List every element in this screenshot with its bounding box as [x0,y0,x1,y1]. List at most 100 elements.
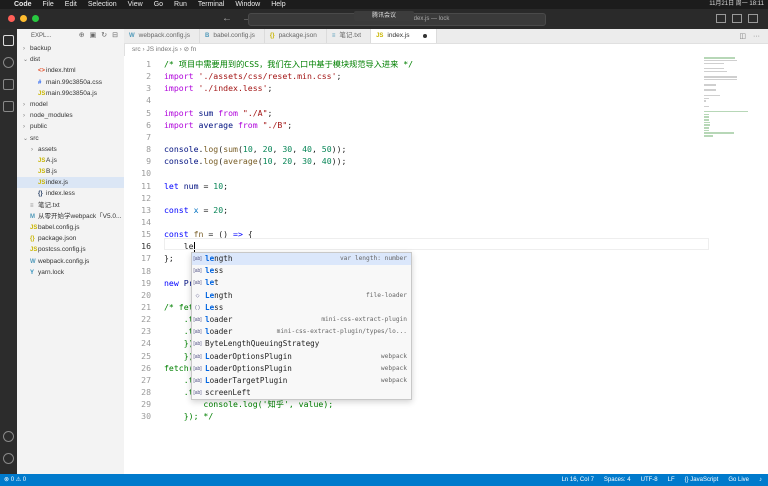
indentation[interactable]: Spaces: 4 [604,474,631,486]
more-actions-icon[interactable]: ··· [753,33,760,40]
menu-item-terminal[interactable]: Terminal [198,0,224,9]
suggestion-item[interactable]: [ab] less [192,265,411,277]
file-item[interactable]: Wwebpack.config.js [17,256,124,267]
tab-index-js[interactable]: JS index.js [371,29,438,43]
line-number: 26 [141,362,151,373]
file-item[interactable]: # main.99c3850a.css [17,77,124,88]
code-text: let num = 10; [164,180,228,192]
go-live-button[interactable]: Go Live [728,474,749,486]
search-icon[interactable] [3,57,14,68]
file-item[interactable]: JSA.js [17,155,124,166]
folder-item[interactable]: › model [17,99,124,110]
menubar-clock[interactable]: 11月21日 周一 18:11 [709,0,764,9]
customize-layout-icon[interactable] [748,14,758,23]
tab-file-icon: {} [269,33,275,39]
code-token: 20 [213,204,224,215]
refresh-icon[interactable]: ↻ [101,29,107,43]
menu-item-selection[interactable]: Selection [88,0,117,9]
language-mode[interactable]: {} JavaScript [685,474,719,486]
end-of-line[interactable]: LF [668,474,675,486]
code-token: , [292,156,303,167]
tab-file-icon: JS [376,33,384,39]
menu-item-window[interactable]: Window [235,0,260,9]
suggestion-item[interactable]: ( ) Less [192,302,411,314]
suggestion-item[interactable]: [ab] screenLeft [192,387,411,399]
code-token: ; [267,107,273,118]
toggle-sidebar-icon[interactable] [716,14,726,23]
folder-item[interactable]: › assets [17,144,124,155]
file-item[interactable]: JSB.js [17,166,124,177]
close-window-button[interactable] [8,15,15,22]
settings-gear-icon[interactable] [3,453,14,464]
extensions-icon[interactable] [3,101,14,112]
suggestion-item[interactable]: [ab] loader mini-css-extract-plugin [192,314,411,326]
menu-item-help[interactable]: Help [271,0,285,9]
file-item[interactable]: Yyarn.lock [17,267,124,278]
menu-item-run[interactable]: Run [174,0,187,9]
new-folder-icon[interactable]: ▣ [90,29,97,43]
suggestion-item[interactable]: [ab] LoaderOptionsPlugin webpack [192,363,411,375]
code-text: console.log('知乎', value); [164,398,333,410]
notifications-bell-icon[interactable]: ♪ [759,474,762,486]
menu-item-code[interactable]: Code [14,0,32,9]
tab-package-json[interactable]: {} package.json [265,29,327,43]
zoom-window-button[interactable] [32,15,39,22]
file-item[interactable]: JSpostcss.config.js [17,244,124,255]
suggestion-match: le [205,266,215,276]
account-icon[interactable] [3,431,14,442]
file-item[interactable]: {} package.json [17,233,124,244]
menu-item-go[interactable]: Go [154,0,163,9]
line-number: 8 [146,144,151,155]
back-arrow-icon[interactable]: ← [222,13,232,24]
menubar-status: 11月21日 周一 18:11 [709,0,764,9]
file-item[interactable]: JSbabel.config.js [17,222,124,233]
variable-icon: [ab] [193,365,202,372]
folder-item[interactable]: › public [17,121,124,132]
new-file-icon[interactable]: ⊕ [79,29,85,43]
minimize-window-button[interactable] [20,15,27,22]
folder-item[interactable]: ⌄ dist [17,54,124,65]
suggestion-item[interactable]: [ab] length var length: number [192,253,411,266]
file-item[interactable]: ≡ 笔记.txt [17,200,124,211]
folder-item[interactable]: › node_modules [17,110,124,121]
suggestion-item[interactable]: [ab] ByteLengthQueuingStrategy [192,338,411,350]
breadcrumb[interactable]: src › JS index.js › ⊘ fn [132,45,196,55]
file-item[interactable]: JSmain.99c3850a.js [17,88,124,99]
suggestion-item[interactable]: [ab] let [192,277,411,289]
tab--txt[interactable]: ≡ 笔记.txt [327,29,372,43]
code-token: 40 [321,156,332,167]
suggestion-item[interactable]: [ab] loader mini-css-extract-plugin/types/… [192,326,411,338]
source-control-icon[interactable] [3,79,14,90]
file-item[interactable]: {} index.less [17,188,124,199]
menu-item-edit[interactable]: Edit [65,0,77,9]
file-item[interactable]: JSindex.js [17,177,124,189]
folder-item[interactable]: › backup [17,43,124,54]
suggestion-item[interactable]: [ab] LoaderOptionsPlugin webpack [192,351,411,363]
encoding[interactable]: UTF-8 [641,474,658,486]
suggestion-rest: ss [214,302,224,312]
tree-item-label: babel.config.js [38,224,80,231]
split-editor-icon[interactable]: ◫ [739,32,746,40]
folder-item[interactable]: ⌄ src [17,133,124,144]
explorer-icon[interactable] [3,35,14,46]
problems-indicator[interactable]: ⊗ 0 ⚠ 0 [4,474,26,486]
cursor-position[interactable]: Ln 16, Col 7 [562,474,594,486]
unsaved-dot-icon[interactable] [423,34,428,38]
tab-label: webpack.config.js [138,32,190,39]
collapse-all-icon[interactable]: ⊟ [112,29,118,43]
menu-item-file[interactable]: File [43,0,54,9]
meeting-overlay[interactable]: 腾讯会议 [354,11,414,21]
tab-webpack-config-js[interactable]: Wwebpack.config.js [124,29,200,43]
code-text: .t [164,374,194,386]
file-item[interactable]: M 从零开始学webpack「V5.0... [17,211,124,222]
code-token: }) [164,338,194,349]
minimap[interactable] [704,56,760,137]
file-item[interactable]: <>index.html [17,65,124,76]
code-line: 7 [124,131,700,143]
menu-item-view[interactable]: View [128,0,143,9]
suggestion-item[interactable]: ◇ Length file-loader [192,290,411,302]
variable-icon: [ab] [193,329,202,336]
suggestion-item[interactable]: [ab] LoaderTargetPlugin webpack [192,375,411,387]
toggle-panel-icon[interactable] [732,14,742,23]
tab-babel-config-js[interactable]: Bbabel.config.js [200,29,265,43]
